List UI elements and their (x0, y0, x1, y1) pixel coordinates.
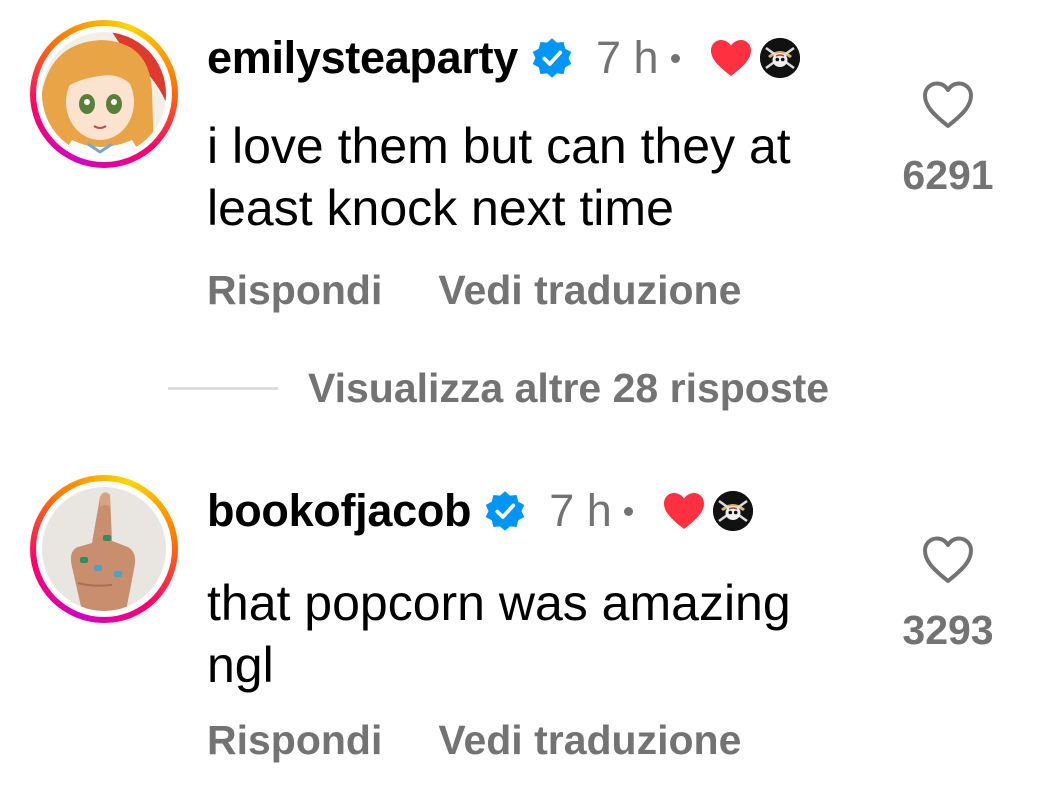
comment-header: bookofjacob 7 h (207, 481, 753, 541)
see-translation-button[interactable]: Vedi traduzione (438, 717, 741, 764)
timestamp: 7 h (549, 485, 612, 536)
avatar[interactable] (42, 487, 166, 611)
comment-text: i love them but can they at least knock … (207, 118, 791, 236)
avatar[interactable] (42, 32, 166, 156)
timestamp: 7 h (595, 32, 659, 83)
see-translation-button[interactable]: Vedi traduzione (438, 267, 741, 314)
like-section: 3293 (893, 535, 1003, 654)
divider-line (168, 386, 278, 390)
red-heart-icon (710, 39, 752, 77)
story-ring[interactable] (30, 475, 178, 623)
reply-button[interactable]: Rispondi (207, 267, 382, 314)
verified-badge-icon (483, 489, 527, 533)
like-count: 6291 (902, 152, 994, 198)
view-more-replies[interactable]: Visualizza altre 28 risposte (168, 358, 829, 418)
skull-avatar-icon (759, 38, 800, 78)
comment-actions: Rispondi Vedi traduzione (207, 260, 741, 320)
story-ring[interactable] (30, 20, 178, 168)
username[interactable]: emilysteaparty (207, 32, 518, 84)
red-heart-icon (663, 492, 705, 530)
skull-avatar-icon (712, 491, 753, 531)
comment-actions: Rispondi Vedi traduzione (207, 710, 741, 770)
separator-dot (670, 53, 680, 63)
heart-outline-icon[interactable] (921, 535, 975, 585)
like-section: 6291 (893, 80, 1003, 199)
comment-header: emilysteaparty 7 h (207, 28, 800, 88)
separator-dot (623, 506, 633, 516)
comment-item: bookofjacob 7 h that popcorn was amazing… (0, 455, 1045, 800)
comment-item: emilysteaparty 7 h i love them but can t… (0, 0, 1045, 340)
reply-button[interactable]: Rispondi (207, 717, 382, 764)
view-more-replies-label[interactable]: Visualizza altre 28 risposte (308, 365, 829, 412)
heart-outline-icon[interactable] (921, 80, 975, 130)
username[interactable]: bookofjacob (207, 485, 472, 537)
comment-text: that popcorn was amazing ngl (207, 575, 791, 693)
verified-badge-icon (530, 36, 574, 80)
like-count: 3293 (902, 607, 994, 653)
